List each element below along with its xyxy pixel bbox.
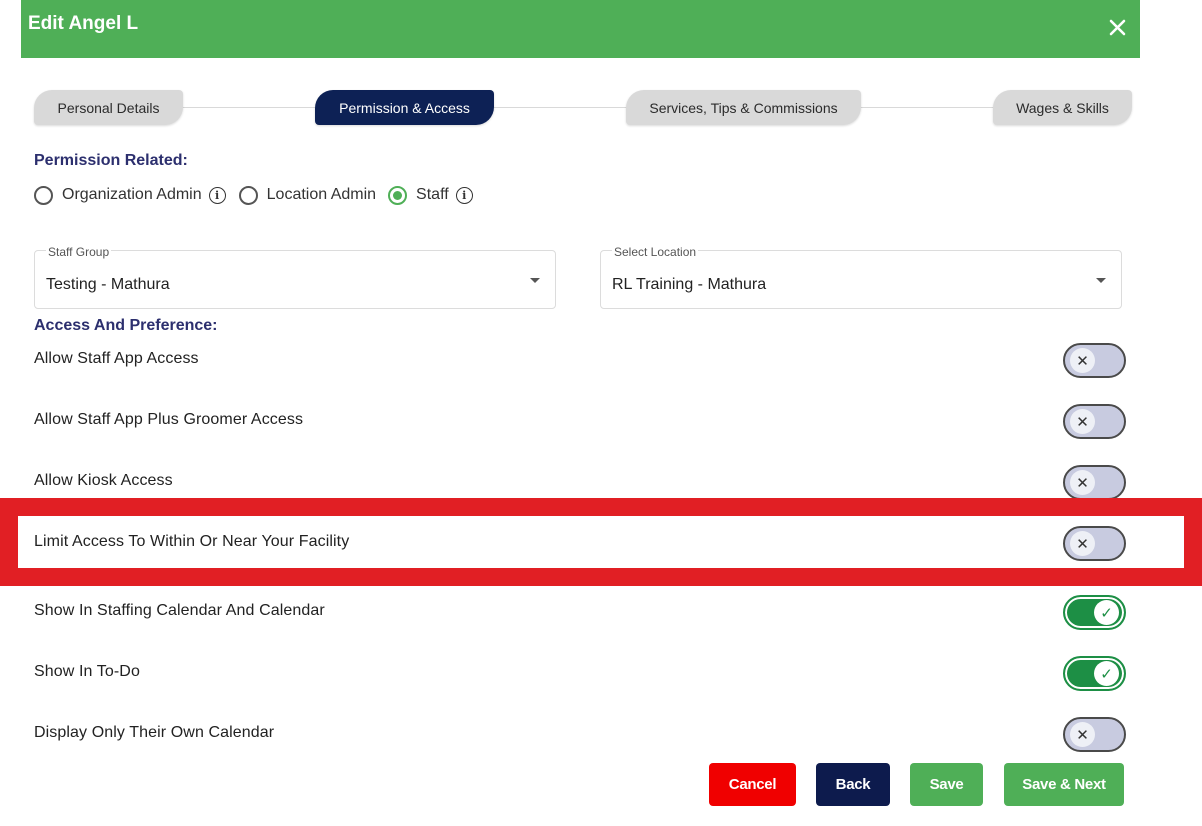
staff-group-select[interactable]: Staff Group Testing - Mathura [34, 245, 556, 309]
tab-wages-skills[interactable]: Wages & Skills [993, 90, 1132, 125]
radio-label-organization-admin: Organization Admin [62, 186, 202, 203]
close-icon: ✕ [1070, 531, 1095, 556]
dialog-title: Edit Angel L [28, 13, 139, 34]
permission-radio-group: Organization Admin i Location Admin Staf… [34, 183, 486, 207]
pref-label-display-own-calendar: Display Only Their Own Calendar [34, 724, 275, 741]
toggle-staff-app-access[interactable]: ✕ [1063, 343, 1126, 378]
chevron-down-icon[interactable] [1096, 278, 1106, 283]
radio-organization-admin[interactable] [34, 185, 53, 205]
staff-group-label: Staff Group [46, 245, 112, 259]
toggle-limit-access[interactable]: ✕ [1063, 526, 1126, 561]
radio-label-staff: Staff [416, 186, 449, 203]
pref-label-limit-access: Limit Access To Within Or Near Your Faci… [34, 533, 350, 550]
info-icon[interactable]: i [455, 186, 473, 204]
close-icon: ✕ [1070, 722, 1095, 747]
tab-permission-access[interactable]: Permission & Access [315, 90, 494, 125]
info-icon[interactable]: i [208, 186, 226, 204]
check-icon: ✓ [1094, 661, 1119, 686]
pref-label-show-in-todo: Show In To-Do [34, 663, 140, 680]
access-section-title: Access And Preference: [34, 317, 218, 334]
close-icon[interactable] [1108, 16, 1128, 38]
toggle-staff-app-plus-groomer[interactable]: ✕ [1063, 404, 1126, 439]
save-next-button[interactable]: Save & Next [1004, 763, 1124, 806]
toggle-show-in-todo[interactable]: ✓ [1063, 656, 1126, 691]
tab-personal-details[interactable]: Personal Details [34, 90, 183, 125]
tab-services-tips-commissions[interactable]: Services, Tips & Commissions [626, 90, 861, 125]
location-label: Select Location [612, 245, 699, 259]
radio-staff[interactable] [388, 185, 408, 205]
check-icon: ✓ [1094, 600, 1119, 625]
save-button[interactable]: Save [910, 763, 983, 806]
permission-section-title: Permission Related: [34, 152, 188, 169]
toggle-kiosk-access[interactable]: ✕ [1063, 465, 1126, 500]
chevron-down-icon[interactable] [530, 278, 540, 283]
radio-label-location-admin: Location Admin [266, 186, 377, 203]
pref-label-staff-app-plus-groomer: Allow Staff App Plus Groomer Access [34, 411, 304, 428]
pref-label-kiosk-access: Allow Kiosk Access [34, 472, 173, 489]
toggle-show-in-staffing-calendar[interactable]: ✓ [1063, 595, 1126, 630]
pref-label-staff-app-access: Allow Staff App Access [34, 350, 199, 367]
close-icon: ✕ [1070, 470, 1095, 495]
radio-location-admin[interactable] [238, 185, 258, 205]
cancel-button[interactable]: Cancel [709, 763, 796, 806]
close-icon: ✕ [1070, 348, 1095, 373]
pref-label-show-in-staffing-calendar: Show In Staffing Calendar And Calendar [34, 602, 325, 619]
location-value: RL Training - Mathura [612, 276, 767, 293]
dialog-header: Edit Angel L [21, 0, 1140, 58]
toggle-display-own-calendar[interactable]: ✕ [1063, 717, 1126, 752]
back-button[interactable]: Back [816, 763, 890, 806]
close-icon: ✕ [1070, 409, 1095, 434]
staff-group-value: Testing - Mathura [46, 276, 170, 293]
location-select[interactable]: Select Location RL Training - Mathura [600, 245, 1122, 309]
